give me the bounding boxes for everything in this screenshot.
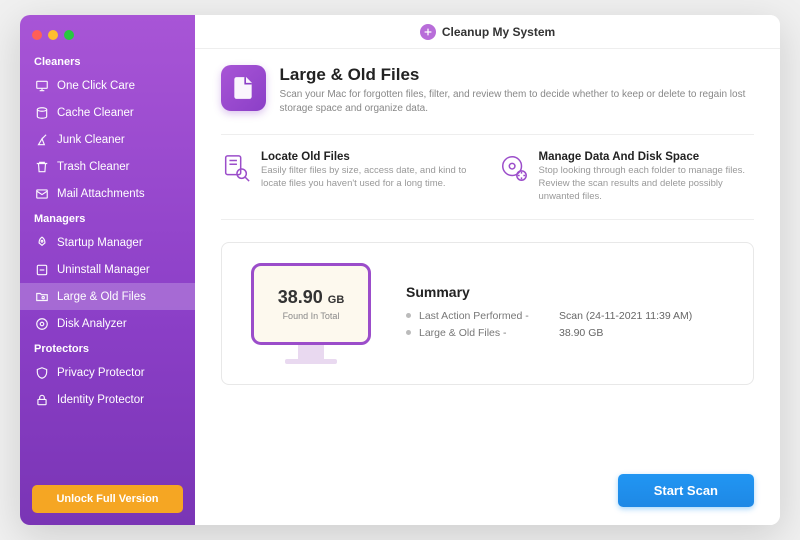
- database-icon: [34, 105, 49, 120]
- sidebar-item-large-old-files[interactable]: Large & Old Files: [20, 283, 195, 310]
- rocket-icon: [34, 235, 49, 250]
- bullet-icon: [406, 330, 411, 335]
- sidebar-item-startup-manager[interactable]: Startup Manager: [20, 229, 195, 256]
- lock-icon: [34, 392, 49, 407]
- section-protectors-label: Protectors: [20, 337, 195, 359]
- summary-row: Last Action Performed - Scan (24-11-2021…: [406, 310, 692, 322]
- sidebar-item-label: Cache Cleaner: [57, 107, 134, 119]
- page-header-icon: [221, 65, 266, 111]
- summary-size-value: 38.90: [278, 287, 323, 307]
- sidebar-item-label: Junk Cleaner: [57, 134, 125, 146]
- uninstall-icon: [34, 262, 49, 277]
- sidebar-item-cache-cleaner[interactable]: Cache Cleaner: [20, 99, 195, 126]
- app-window: Cleaners One Click Care Cache Cleaner Ju…: [20, 15, 780, 525]
- summary-row-label: Large & Old Files -: [419, 327, 559, 339]
- sidebar-item-label: One Click Care: [57, 80, 135, 92]
- start-scan-button[interactable]: Start Scan: [618, 474, 754, 507]
- monitor-icon: [34, 78, 49, 93]
- sidebar-item-label: Mail Attachments: [57, 188, 145, 200]
- window-controls: [20, 25, 195, 50]
- summary-monitor-graphic: 38.90 GB Found In Total: [246, 263, 376, 364]
- sidebar-item-mail-attachments[interactable]: Mail Attachments: [20, 180, 195, 207]
- trash-icon: [34, 159, 49, 174]
- mail-icon: [34, 186, 49, 201]
- app-title: Cleanup My System: [442, 25, 555, 39]
- feature-title: Manage Data And Disk Space: [539, 151, 755, 163]
- shield-icon: [34, 365, 49, 380]
- section-cleaners-label: Cleaners: [20, 50, 195, 72]
- app-logo-icon: [420, 24, 436, 40]
- summary-row-value: Scan (24-11-2021 11:39 AM): [559, 310, 692, 322]
- sidebar-item-one-click-care[interactable]: One Click Care: [20, 72, 195, 99]
- broom-icon: [34, 132, 49, 147]
- summary-row-label: Last Action Performed -: [419, 310, 559, 322]
- sidebar-item-label: Privacy Protector: [57, 367, 145, 379]
- sidebar-item-identity-protector[interactable]: Identity Protector: [20, 386, 195, 413]
- sidebar-item-label: Uninstall Manager: [57, 264, 150, 276]
- sidebar-item-label: Disk Analyzer: [57, 318, 127, 330]
- page-title: Large & Old Files: [280, 65, 754, 85]
- feature-manage: Manage Data And Disk Space Stop looking …: [499, 151, 755, 203]
- sidebar-item-label: Startup Manager: [57, 237, 143, 249]
- feature-title: Locate Old Files: [261, 151, 477, 163]
- main-panel: Cleanup My System Large & Old Files Scan…: [195, 15, 780, 525]
- sidebar-item-label: Large & Old Files: [57, 291, 146, 303]
- unlock-button[interactable]: Unlock Full Version: [32, 485, 183, 513]
- titlebar: Cleanup My System: [195, 15, 780, 49]
- minimize-icon[interactable]: [48, 30, 58, 40]
- sidebar-item-privacy-protector[interactable]: Privacy Protector: [20, 359, 195, 386]
- content-area: Large & Old Files Scan your Mac for forg…: [195, 49, 780, 474]
- summary-card: 38.90 GB Found In Total Summary Last Act…: [221, 242, 754, 385]
- feature-locate: Locate Old Files Easily filter files by …: [221, 151, 477, 203]
- magnifier-file-icon: [221, 151, 251, 185]
- sidebar-item-uninstall-manager[interactable]: Uninstall Manager: [20, 256, 195, 283]
- footer: Start Scan: [195, 474, 780, 525]
- feature-desc: Easily filter files by size, access date…: [261, 165, 477, 191]
- sidebar-item-trash-cleaner[interactable]: Trash Cleaner: [20, 153, 195, 180]
- folder-search-icon: [34, 289, 49, 304]
- summary-size-unit: GB: [328, 294, 345, 306]
- disk-cog-icon: [499, 151, 529, 185]
- close-icon[interactable]: [32, 30, 42, 40]
- bullet-icon: [406, 313, 411, 318]
- features-row: Locate Old Files Easily filter files by …: [221, 134, 754, 220]
- summary-size-caption: Found In Total: [283, 311, 340, 321]
- summary-row: Large & Old Files - 38.90 GB: [406, 327, 692, 339]
- page-header: Large & Old Files Scan your Mac for forg…: [221, 65, 754, 116]
- sidebar-item-label: Identity Protector: [57, 394, 144, 406]
- sidebar-item-label: Trash Cleaner: [57, 161, 129, 173]
- feature-desc: Stop looking through each folder to mana…: [539, 165, 755, 203]
- disk-icon: [34, 316, 49, 331]
- summary-row-value: 38.90 GB: [559, 327, 603, 339]
- sidebar: Cleaners One Click Care Cache Cleaner Ju…: [20, 15, 195, 525]
- sidebar-item-disk-analyzer[interactable]: Disk Analyzer: [20, 310, 195, 337]
- section-managers-label: Managers: [20, 207, 195, 229]
- sidebar-item-junk-cleaner[interactable]: Junk Cleaner: [20, 126, 195, 153]
- page-subtitle: Scan your Mac for forgotten files, filte…: [280, 88, 754, 116]
- summary-title: Summary: [406, 284, 692, 300]
- maximize-icon[interactable]: [64, 30, 74, 40]
